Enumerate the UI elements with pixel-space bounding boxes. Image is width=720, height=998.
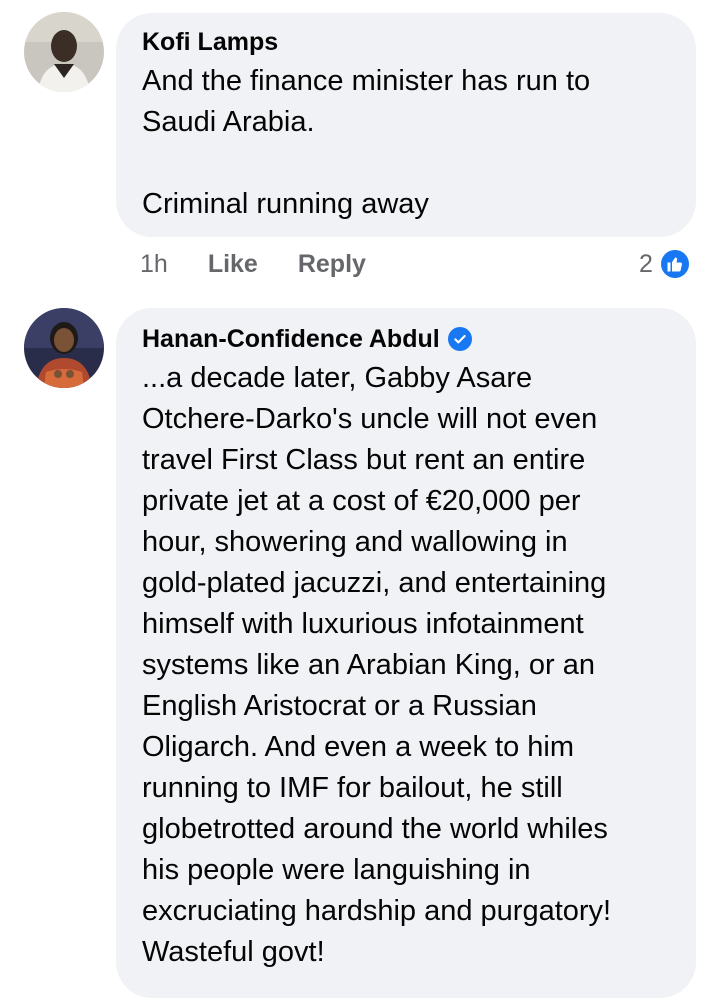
comment-bubble: Kofi Lamps And the finance minister has …: [116, 13, 696, 237]
comment-bubble: Hanan-Confidence Abdul ...a decade later…: [116, 308, 696, 998]
comment-actions: 1h Like Reply: [140, 250, 406, 279]
comment-text: ...a decade later, Gabby Asare Otchere-D…: [142, 362, 612, 968]
avatar[interactable]: [24, 12, 104, 92]
comment-author[interactable]: Hanan-Confidence Abdul: [142, 324, 670, 354]
comment-hanan-confidence-abdul: Hanan-Confidence Abdul ...a decade later…: [0, 300, 720, 998]
avatar-photo-icon: [24, 12, 104, 92]
verified-badge-icon: [447, 327, 472, 351]
comment-author[interactable]: Kofi Lamps: [142, 27, 670, 57]
comment-text: And the finance minister has run to Saud…: [142, 65, 591, 220]
comment-kofi-lamps: Kofi Lamps And the finance minister has …: [0, 0, 720, 300]
like-button[interactable]: Like: [208, 250, 258, 279]
author-name[interactable]: Hanan-Confidence Abdul: [142, 324, 440, 354]
comment-time[interactable]: 1h: [140, 250, 168, 279]
reaction-summary[interactable]: 2: [639, 248, 691, 280]
reply-button[interactable]: Reply: [298, 250, 366, 279]
author-name[interactable]: Kofi Lamps: [142, 27, 278, 57]
avatar-photo-icon: [24, 308, 104, 388]
avatar[interactable]: [24, 308, 104, 388]
reaction-count: 2: [639, 249, 653, 278]
thumbs-up-icon: [658, 248, 691, 280]
